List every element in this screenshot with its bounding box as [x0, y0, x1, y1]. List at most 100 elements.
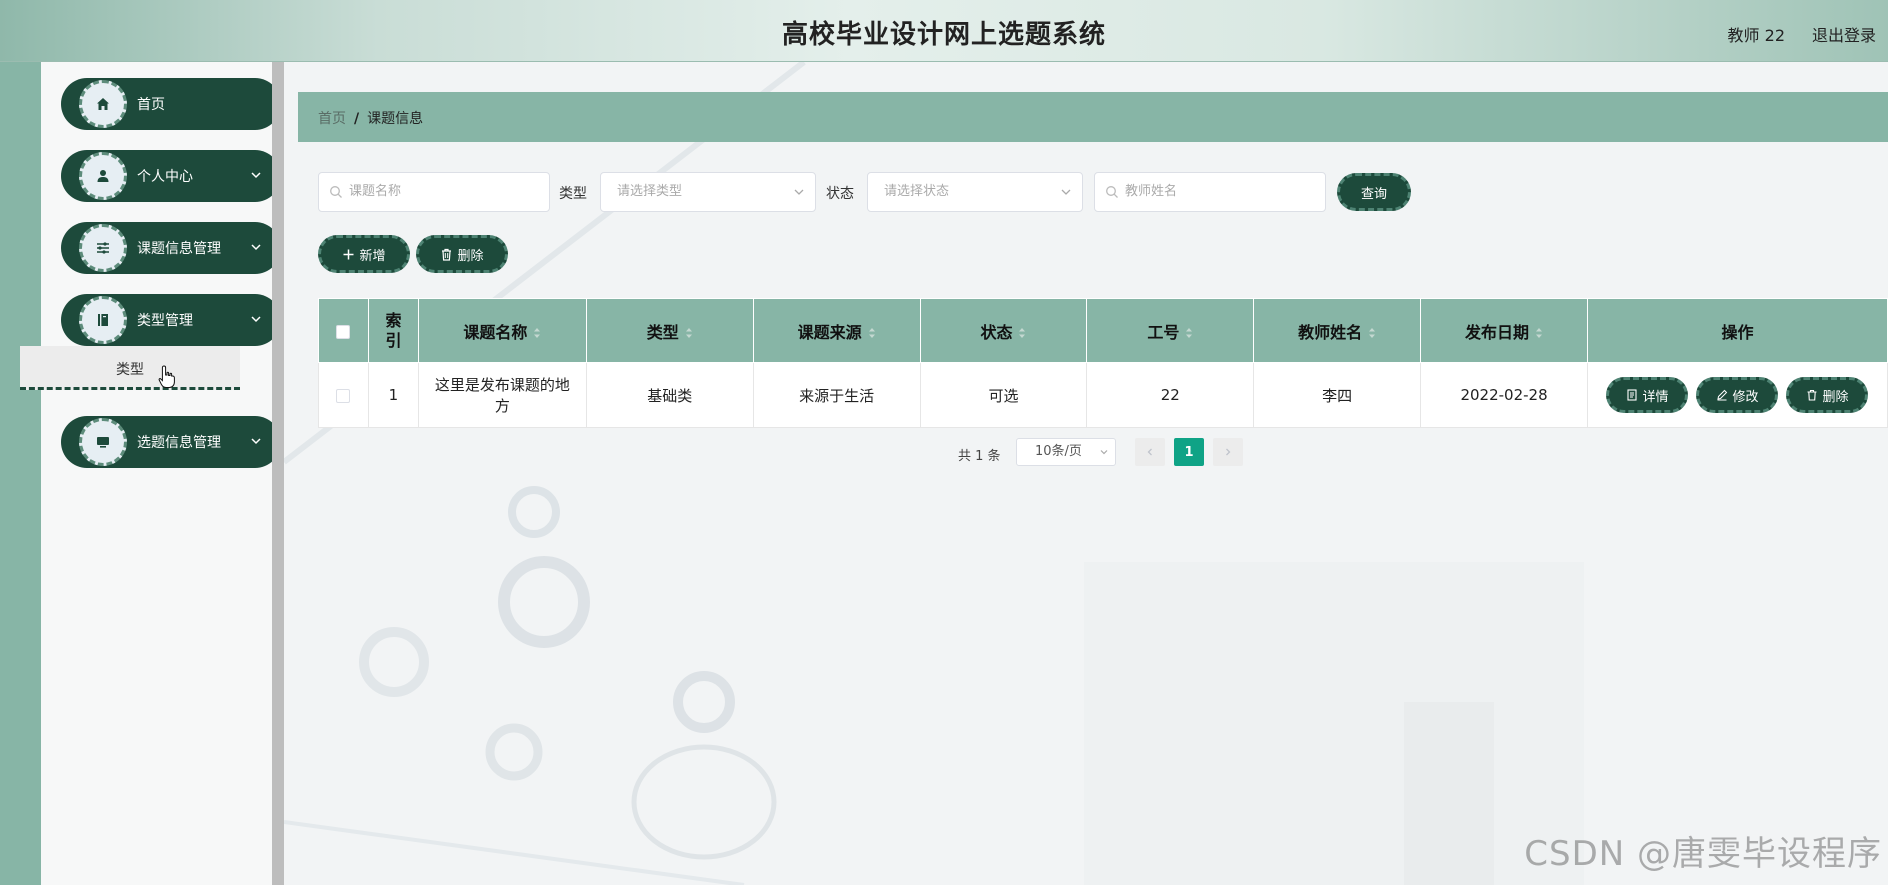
home-icon: [79, 80, 127, 128]
chevron-down-icon: [251, 316, 261, 323]
watermark: CSDN @唐雯毕设程序: [1524, 834, 1882, 874]
hand-cursor-icon: [158, 365, 175, 388]
chevron-down-icon: [794, 189, 804, 195]
sidebar-item-label: 首页: [137, 97, 165, 113]
col-topic-name[interactable]: 课题名称: [417, 298, 587, 363]
col-index-label: 索引: [385, 310, 402, 350]
sort-icon: [1186, 328, 1193, 338]
sliders-icon: [79, 224, 127, 272]
cell-teacher: 李四: [1253, 362, 1422, 428]
col-teacher[interactable]: 教师姓名: [1253, 298, 1422, 363]
sidebar-divider: [272, 62, 284, 885]
sort-icon: [685, 328, 692, 338]
sort-icon: [1019, 328, 1026, 338]
next-page-button[interactable]: [1213, 438, 1243, 466]
topic-table: 索引 课题名称 类型 课题来源 状态 工号 教师姓名 发布日期 操作 1 这里是…: [318, 298, 1888, 428]
col-actions: 操作: [1586, 298, 1888, 363]
main-content: 首页 / 课题信息 课题名称 类型 请选择类型 状态 请选择状态 教师姓名 查询 新…: [284, 62, 1888, 885]
select-all-checkbox[interactable]: [336, 324, 351, 339]
chevron-down-icon: [1061, 189, 1071, 195]
bulk-delete-button[interactable]: 删除: [416, 235, 508, 273]
sidebar-item-label: 个人中心: [137, 169, 193, 185]
type-select[interactable]: 请选择类型: [600, 172, 816, 212]
col-index: 索引: [367, 298, 419, 363]
teacher-name-input[interactable]: 教师姓名: [1094, 172, 1326, 212]
breadcrumb-current: 课题信息: [367, 111, 424, 127]
sidebar-item-home[interactable]: 首页: [61, 78, 281, 130]
document-icon: [1627, 389, 1638, 401]
chevron-down-icon: [251, 438, 261, 445]
add-button[interactable]: 新增: [318, 235, 410, 273]
topic-name-input[interactable]: 课题名称: [318, 172, 550, 212]
detail-button-label: 详情: [1642, 389, 1669, 405]
search-icon: [330, 186, 342, 198]
page-size-select[interactable]: 10条/页: [1016, 438, 1116, 466]
status-select-placeholder: 请选择状态: [884, 184, 950, 199]
detail-button[interactable]: 详情: [1606, 377, 1689, 413]
query-button-label: 查询: [1360, 186, 1387, 202]
col-status-label: 状态: [980, 322, 1013, 342]
chevron-down-icon: [1100, 450, 1108, 455]
col-status[interactable]: 状态: [919, 298, 1088, 363]
row-delete-button[interactable]: 删除: [1786, 377, 1869, 413]
cell-job-no: 22: [1086, 362, 1255, 428]
sidebar-subitem-type[interactable]: 类型: [20, 346, 240, 390]
page-1-button[interactable]: 1: [1174, 438, 1204, 466]
sidebar: 首页 个人中心 课题信息管理 类型管理 选题信息管理: [41, 62, 281, 885]
sidebar-subitem-label: 类型: [116, 362, 144, 378]
prev-page-button[interactable]: [1135, 438, 1165, 466]
edit-button[interactable]: 修改: [1696, 377, 1779, 413]
trash-icon: [1807, 389, 1817, 401]
type-select-placeholder: 请选择类型: [617, 184, 683, 199]
row-select-cell: [318, 362, 369, 428]
cell-topic-name: 这里是发布课题的地方: [417, 362, 587, 428]
chevron-down-icon: [251, 244, 261, 251]
query-button[interactable]: 查询: [1337, 173, 1411, 211]
breadcrumb-bar: 首页 / 课题信息: [298, 92, 1888, 142]
sidebar-item-type-management[interactable]: 类型管理: [61, 294, 281, 346]
sidebar-item-label: 课题信息管理: [137, 241, 221, 257]
col-source-label: 课题来源: [797, 322, 862, 342]
app-header: 高校毕业设计网上选题系统 教师 22 退出登录: [0, 0, 1888, 62]
sidebar-item-topic-management[interactable]: 课题信息管理: [61, 222, 281, 274]
status-select[interactable]: 请选择状态: [867, 172, 1083, 212]
app-title: 高校毕业设计网上选题系统: [781, 20, 1106, 50]
plus-icon: [343, 249, 354, 259]
table-row: 1 这里是发布课题的地方 基础类 来源于生活 可选 22 李四 2022-02-…: [318, 362, 1888, 428]
trash-icon: [442, 248, 452, 261]
col-actions-label: 操作: [1721, 322, 1754, 342]
sidebar-item-label: 类型管理: [137, 313, 193, 329]
monitor-icon: [79, 418, 127, 466]
logout-link[interactable]: 退出登录: [1812, 22, 1876, 46]
current-user: 教师 22: [1727, 26, 1785, 45]
sidebar-accent-strip: [0, 62, 41, 885]
search-icon: [1106, 186, 1118, 198]
col-source[interactable]: 课题来源: [752, 298, 921, 363]
cell-status: 可选: [919, 362, 1088, 428]
sort-icon: [534, 328, 541, 338]
chevron-down-icon: [251, 172, 261, 179]
chevron-left-icon: [1147, 448, 1152, 456]
row-checkbox[interactable]: [336, 388, 351, 403]
sidebar-item-selection-management[interactable]: 选题信息管理: [61, 416, 281, 468]
pagination-total: 共 1 条: [958, 449, 1001, 464]
bulk-delete-button-label: 删除: [457, 248, 484, 264]
sort-icon: [1536, 328, 1543, 338]
page-size-value: 10条/页: [1035, 444, 1082, 459]
breadcrumb-home[interactable]: 首页: [318, 111, 346, 127]
breadcrumb: 首页 / 课题信息: [318, 108, 423, 128]
sidebar-item-label: 选题信息管理: [137, 435, 221, 451]
teacher-name-placeholder: 教师姓名: [1125, 184, 1178, 199]
type-label: 类型: [559, 186, 587, 202]
col-date[interactable]: 发布日期: [1420, 298, 1588, 363]
col-type[interactable]: 类型: [585, 298, 754, 363]
pencil-icon: [1717, 389, 1728, 401]
sort-icon: [1369, 328, 1376, 338]
table-header-row: 索引 课题名称 类型 课题来源 状态 工号 教师姓名 发布日期 操作: [318, 298, 1888, 363]
person-icon: [79, 152, 127, 200]
chevron-right-icon: [1226, 448, 1231, 456]
topic-name-placeholder: 课题名称: [349, 184, 402, 199]
cell-index: 1: [367, 362, 419, 428]
sidebar-item-personal-center[interactable]: 个人中心: [61, 150, 281, 202]
col-job-no[interactable]: 工号: [1086, 298, 1255, 363]
